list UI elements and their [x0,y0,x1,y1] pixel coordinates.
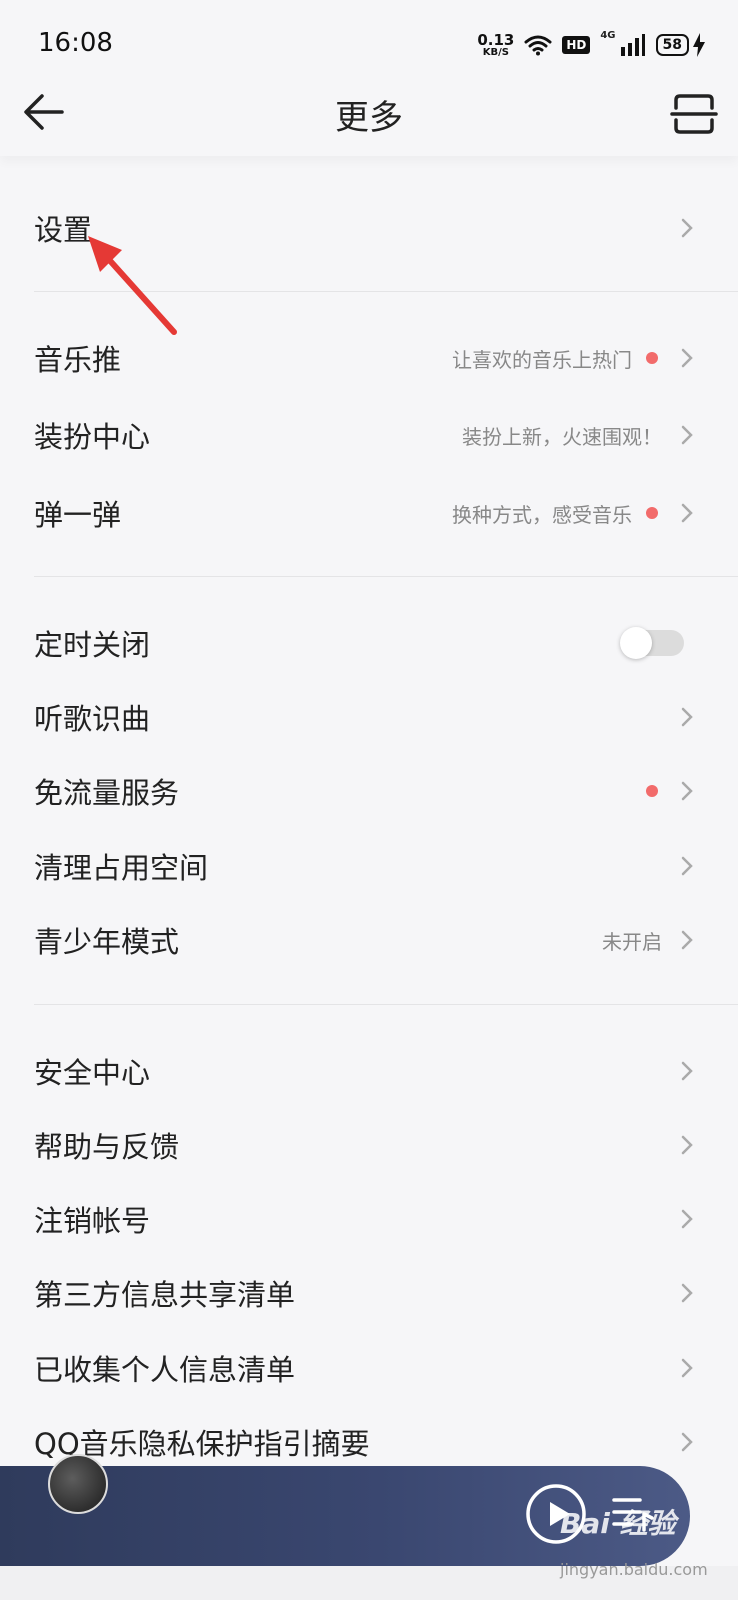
charging-icon [693,33,705,57]
menu-item-third-party-sharing[interactable]: 第三方信息共享清单 [34,1263,694,1323]
nav-bar: 更多 [0,70,738,156]
menu-item-help-feedback[interactable]: 帮助与反馈 [34,1115,694,1175]
menu-item-collected-info[interactable]: 已收集个人信息清单 [34,1338,694,1398]
chevron-right-icon [681,1209,693,1229]
menu-item-privacy-summary[interactable]: QQ音乐隐私保护指引摘要 [34,1412,694,1472]
chevron-right-icon [681,218,693,238]
chevron-right-icon [681,1135,693,1155]
menu-item-tanyitan[interactable]: 弹一弹 换种方式，感受音乐 [34,483,694,543]
menu-item-label: 弹一弹 [34,498,122,532]
sleep-timer-toggle[interactable] [620,627,684,659]
menu-item-label: 定时关闭 [34,628,151,662]
menu-item-label: 注销帐号 [34,1204,151,1238]
net-speed-value: 0.13 [477,30,515,49]
battery-level: 58 [655,34,689,56]
menu-item-subtitle: 未开启 [602,929,662,954]
hd-badge: HD [562,36,591,54]
scan-icon[interactable] [670,90,718,138]
chevron-right-icon [681,930,693,950]
new-badge-dot [646,352,658,364]
chevron-right-icon [681,1432,693,1452]
chevron-right-icon [681,1061,693,1081]
new-badge-dot [646,507,658,519]
menu-item-label: 已收集个人信息清单 [34,1353,296,1387]
chevron-right-icon [681,781,693,801]
menu-item-free-data[interactable]: 免流量服务 [34,761,694,821]
divider [34,1004,738,1005]
menu-item-decoration-center[interactable]: 装扮中心 装扮上新，火速围观！ [34,405,694,465]
net-speed: 0.13 KB/S [477,30,515,58]
new-badge-dot [646,785,658,797]
menu-item-label: 第三方信息共享清单 [34,1278,296,1312]
annotation-arrow-icon [88,236,177,335]
network-type-label: 4G [600,30,616,41]
menu-item-label: 清理占用空间 [34,851,209,885]
chevron-right-icon [681,503,693,523]
toggle-knob [620,627,652,659]
menu-item-sleep-timer[interactable]: 定时关闭 [34,613,694,673]
status-time: 16:08 [38,28,113,58]
menu-item-label: 安全中心 [34,1056,151,1090]
menu-item-label: QQ音乐隐私保护指引摘要 [34,1427,370,1461]
menu-item-label: 青少年模式 [34,925,180,959]
menu-item-subtitle: 让喜欢的音乐上热门 [452,347,632,372]
chevron-right-icon [681,1358,693,1378]
page-title: 更多 [335,98,403,138]
chevron-right-icon [681,348,693,368]
menu-item-subtitle: 换种方式，感受音乐 [452,502,632,527]
menu-item-label: 装扮中心 [34,420,151,454]
album-cover[interactable] [48,1454,108,1514]
menu-item-delete-account[interactable]: 注销帐号 [34,1189,694,1249]
menu-item-label: 听歌识曲 [34,702,151,736]
watermark-url: jingyan.baidu.com [560,1560,708,1579]
menu-item-teen-mode[interactable]: 青少年模式 未开启 [34,910,694,970]
menu-item-security-center[interactable]: 安全中心 [34,1041,694,1101]
status-icons: 0.13 KB/S HD 4G 58 [477,30,706,60]
menu-item-clear-storage[interactable]: 清理占用空间 [34,836,694,896]
menu-item-label: 帮助与反馈 [34,1130,180,1164]
menu-item-label: 免流量服务 [34,776,180,810]
menu-item-subtitle: 装扮上新，火速围观！ [462,424,662,449]
wifi-icon [524,35,552,56]
chevron-right-icon [681,856,693,876]
menu-item-song-recognition[interactable]: 听歌识曲 [34,687,694,747]
net-speed-unit: KB/S [482,46,509,58]
chevron-right-icon [681,425,693,445]
chevron-right-icon [681,707,693,727]
divider [34,576,738,577]
chevron-right-icon [681,1283,693,1303]
signal-icon [620,34,645,56]
baidu-watermark: Bai 经验 [560,1507,676,1540]
battery: 58 [655,33,706,57]
